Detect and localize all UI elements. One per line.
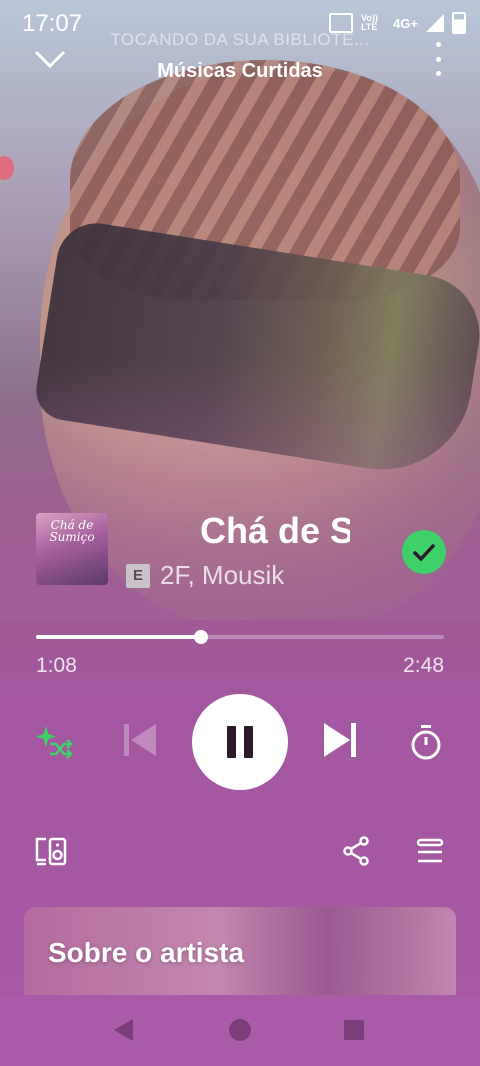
- system-nav-bar: [0, 995, 480, 1066]
- about-artist-card[interactable]: Sobre o artista: [24, 907, 456, 999]
- seek-handle[interactable]: [194, 630, 209, 644]
- elapsed-time: 1:08: [36, 654, 77, 677]
- playback-controls: [0, 694, 480, 790]
- skip-previous-icon[interactable]: [122, 722, 158, 758]
- pause-icon: [227, 726, 236, 758]
- pause-button[interactable]: [192, 694, 288, 790]
- share-icon[interactable]: [342, 836, 370, 866]
- queue-icon[interactable]: [416, 838, 444, 864]
- back-icon[interactable]: [114, 1019, 133, 1041]
- playing-context: TOCANDO DA SUA BIBLIOTE...: [110, 30, 370, 49]
- player-header: TOCANDO DA SUA BIBLIOTE... Músicas Curti…: [0, 28, 480, 88]
- skip-next-icon[interactable]: [322, 720, 358, 760]
- explicit-badge: E: [126, 563, 150, 588]
- cover-text: Chá de Sumiço: [49, 518, 95, 544]
- smart-shuffle-icon[interactable]: [34, 724, 74, 764]
- secondary-actions: [0, 836, 480, 870]
- recents-icon[interactable]: [344, 1020, 364, 1040]
- home-icon[interactable]: [229, 1019, 251, 1041]
- artwork-red-dot: [0, 156, 14, 180]
- about-artist-title: Sobre o artista: [48, 937, 245, 968]
- liked-check-icon[interactable]: [402, 530, 446, 574]
- pause-icon-bar: [244, 726, 253, 758]
- connect-device-icon[interactable]: [34, 836, 68, 866]
- track-info: Chá de Sumiço Chá de Su E 2F, Mousik: [36, 510, 446, 590]
- more-vertical-icon[interactable]: [432, 42, 444, 76]
- timer-icon[interactable]: [410, 724, 442, 760]
- seek-bar[interactable]: [36, 630, 444, 644]
- track-artists[interactable]: 2F, Mousik: [160, 560, 330, 591]
- track-subtitle: E 2F, Mousik: [126, 560, 330, 591]
- album-cover[interactable]: Chá de Sumiço: [36, 513, 108, 585]
- seek-fill: [36, 635, 202, 639]
- playlist-title[interactable]: Músicas Curtidas: [0, 60, 480, 83]
- track-title[interactable]: Chá de Su: [200, 510, 350, 552]
- track-duration: 2:48: [403, 654, 444, 677]
